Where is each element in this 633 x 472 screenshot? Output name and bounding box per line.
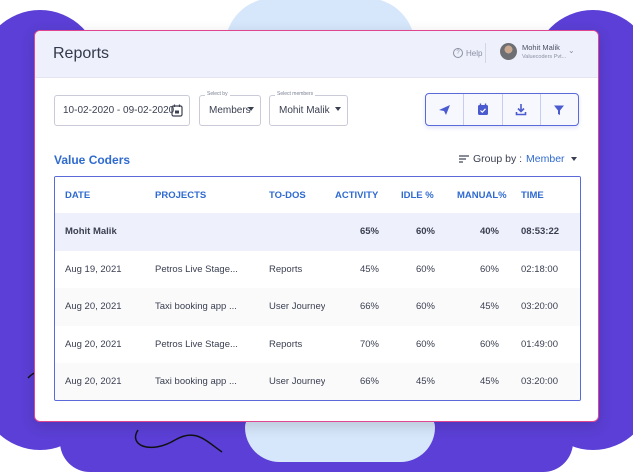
chevron-down-icon[interactable]: ⌄ [568,46,575,55]
cell-date: Aug 19, 2021 [65,263,122,275]
select-by-value: Members [209,105,251,116]
section-title: Value Coders [54,153,131,167]
send-icon [439,104,451,115]
cell-idle: 45% [391,363,447,400]
select-members-caption: Select members [275,91,316,97]
filter-icon [554,105,565,115]
cell-date: Aug 20, 2021 [65,338,122,350]
header-divider [485,43,486,63]
select-by-caption: Select by [205,91,230,97]
filter-button[interactable] [541,94,578,125]
summary-empty-cell [145,213,259,251]
cell-manual: 45% [447,363,511,400]
cell-activity: 66% [325,363,391,400]
cell-time: 03:20:00 [511,363,580,400]
cell-project: Taxi booking app ... [145,288,259,326]
summary-time: 08:53:22 [511,213,580,251]
cell-todo: User Journey [259,363,325,400]
summary-activity: 65% [325,213,391,251]
caret-down-icon [335,107,341,111]
cell-activity: 70% [359,338,379,350]
column-header-projects[interactable]: PROJECTS [145,177,259,213]
calendar-icon[interactable] [171,104,183,117]
column-header-manual[interactable]: MANUAL% [447,177,511,213]
select-by-dropdown[interactable]: Select by Members [199,91,261,126]
group-by-dropdown[interactable]: Group by : Member [459,153,577,165]
table-row[interactable]: Aug 19, 2021 Petros Live Stage... Report… [55,251,580,289]
cell-manual: 60% [479,263,499,275]
cell-date: Aug 20, 2021 [55,288,145,326]
avatar[interactable] [500,43,517,60]
calendar-check-icon [477,103,488,115]
page-title: Reports [53,45,110,62]
help-link[interactable]: ? Help [453,48,482,58]
cell-idle: 60% [391,288,447,326]
report-table: DATE PROJECTS TO-DOS ACTIVITY IDLE % MAN… [54,176,581,401]
cell-date: Aug 20, 2021 [55,363,145,400]
summary-manual: 40% [447,213,511,251]
column-header-date[interactable]: DATE [55,177,145,213]
caret-down-icon [570,157,577,161]
cell-project: Petros Live Stage... [155,338,238,350]
table-header-row: DATE PROJECTS TO-DOS ACTIVITY IDLE % MAN… [55,177,580,213]
cell-manual: 45% [447,288,511,326]
date-range-value: 10-02-2020 - 09-02-2020 [63,105,175,116]
action-toolbar [425,93,579,126]
select-members-dropdown[interactable]: Select members Mohit Malik [269,91,348,126]
summary-member-name: Mohit Malik [55,213,145,251]
column-header-time[interactable]: TIME [511,177,580,213]
download-button[interactable] [503,94,541,125]
column-header-todos[interactable]: TO-DOS [259,177,325,213]
summary-idle: 60% [391,213,447,251]
date-range-field[interactable]: 10-02-2020 - 09-02-2020 [54,95,190,126]
reports-card: Reports ? Help Mohit Malik Valuecoders P… [34,30,599,422]
cell-project: Petros Live Stage... [155,263,238,275]
table-row[interactable]: Aug 20, 2021 Taxi booking app ... User J… [55,288,580,326]
group-by-label: Group by : [473,153,523,165]
cell-todo: Reports [269,263,303,275]
cell-idle: 60% [415,338,435,350]
cell-idle: 60% [415,263,435,275]
cell-activity: 45% [359,263,379,275]
cell-project: Taxi booking app ... [145,363,259,400]
send-button[interactable] [426,94,465,125]
help-label: Help [466,48,483,58]
cell-todo: Reports [269,338,303,350]
column-header-idle[interactable]: IDLE % [391,177,447,213]
summary-row[interactable]: Mohit Malik 65% 60% 40% 08:53:22 [55,213,580,251]
help-circle-icon: ? [453,48,463,58]
summary-empty-cell [259,213,325,251]
caret-down-icon [248,107,254,111]
cell-activity: 66% [325,288,391,326]
table-row[interactable]: Aug 20, 2021 Taxi booking app ... User J… [55,363,580,400]
column-header-activity[interactable]: ACTIVITY [325,177,391,213]
cell-time: 02:18:00 [521,263,558,275]
group-by-value: Member [526,153,565,165]
user-name[interactable]: Mohit Malik [522,43,560,52]
sort-lines-icon [459,155,469,163]
download-icon [515,104,527,116]
user-org: Valuecoders Pvt... [522,54,567,60]
table-row[interactable]: Aug 20, 2021 Petros Live Stage... Report… [55,326,580,364]
cell-todo: User Journey [259,288,325,326]
cell-time: 01:49:00 [521,338,558,350]
schedule-button[interactable] [464,94,503,125]
card-header: Reports ? Help Mohit Malik Valuecoders P… [35,31,598,78]
cell-time: 03:20:00 [511,288,580,326]
select-members-value: Mohit Malik [279,105,330,116]
cell-manual: 60% [479,338,499,350]
